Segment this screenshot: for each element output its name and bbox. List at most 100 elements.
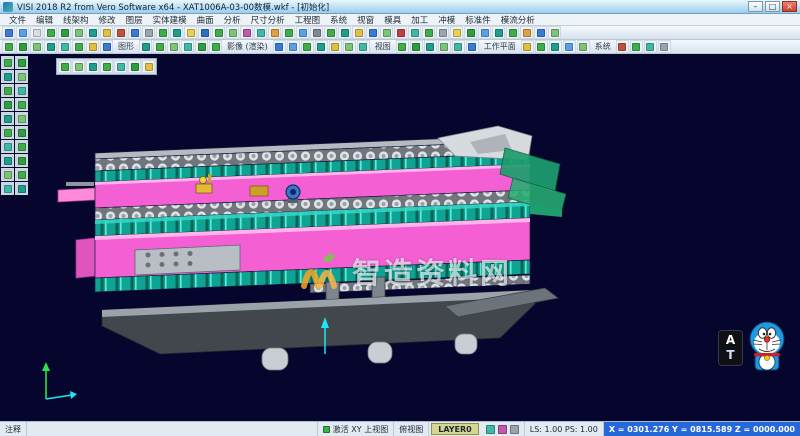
palette-icon[interactable] (15, 84, 28, 97)
minimize-button[interactable]: – (748, 1, 763, 12)
menu-item[interactable]: 编辑 (31, 14, 58, 26)
maximize-button[interactable]: □ (765, 1, 780, 12)
tool-icon[interactable] (343, 40, 356, 53)
palette-icon[interactable] (15, 182, 28, 195)
snap-toggle-icon[interactable] (486, 425, 495, 434)
close-button[interactable]: × (782, 1, 797, 12)
tool-icon[interactable] (58, 40, 71, 53)
tool-icon[interactable] (301, 40, 314, 53)
tool-icon[interactable] (86, 26, 99, 39)
tool-icon[interactable] (2, 26, 15, 39)
palette-icon[interactable] (15, 154, 28, 167)
tool-icon[interactable] (100, 26, 113, 39)
snap-icon[interactable] (114, 60, 127, 73)
palette-icon[interactable] (15, 112, 28, 125)
tool-icon[interactable] (520, 26, 533, 39)
menu-item[interactable]: 实体建模 (148, 14, 192, 26)
palette-icon[interactable] (1, 154, 14, 167)
tool-icon[interactable] (315, 40, 328, 53)
menu-item[interactable]: 模流分析 (496, 14, 540, 26)
die-assembly-model[interactable] (0, 54, 800, 421)
palette-icon[interactable] (15, 98, 28, 111)
tool-icon[interactable] (156, 26, 169, 39)
tool-icon[interactable] (30, 26, 43, 39)
active-plane-indicator[interactable]: 激活 XY 上视图 (318, 422, 394, 436)
palette-icon[interactable] (1, 70, 14, 83)
tool-icon[interactable] (577, 40, 590, 53)
tool-icon[interactable] (394, 26, 407, 39)
tool-icon[interactable] (167, 40, 180, 53)
3d-viewport[interactable]: 智造资料网 A T (0, 54, 800, 421)
menu-item[interactable]: 尺寸分析 (246, 14, 290, 26)
palette-icon[interactable] (15, 126, 28, 139)
tool-icon[interactable] (2, 40, 15, 53)
tool-icon[interactable] (466, 40, 479, 53)
snap-icon[interactable] (58, 60, 71, 73)
menu-item[interactable]: 曲面 (192, 14, 219, 26)
tool-icon[interactable] (142, 26, 155, 39)
tool-icon[interactable] (549, 40, 562, 53)
snap-icon[interactable] (100, 60, 113, 73)
tool-icon[interactable] (273, 40, 286, 53)
tool-icon[interactable] (16, 26, 29, 39)
tool-icon[interactable] (324, 26, 337, 39)
view-name-indicator[interactable]: 俯视图 (394, 422, 429, 436)
tool-icon[interactable] (58, 26, 71, 39)
snap-icon[interactable] (142, 60, 155, 73)
tool-icon[interactable] (616, 40, 629, 53)
tool-icon[interactable] (72, 40, 85, 53)
tool-icon[interactable] (254, 26, 267, 39)
tool-icon[interactable] (240, 26, 253, 39)
tool-icon[interactable] (521, 40, 534, 53)
tool-icon[interactable] (396, 40, 409, 53)
tool-icon[interactable] (644, 40, 657, 53)
ortho-toggle-icon[interactable] (498, 425, 507, 434)
tool-icon[interactable] (44, 26, 57, 39)
menu-item[interactable]: 文件 (4, 14, 31, 26)
menu-item[interactable]: 标准件 (460, 14, 496, 26)
tool-icon[interactable] (352, 26, 365, 39)
tool-icon[interactable] (16, 40, 29, 53)
tool-icon[interactable] (410, 40, 423, 53)
tool-icon[interactable] (506, 26, 519, 39)
palette-icon[interactable] (15, 168, 28, 181)
tool-icon[interactable] (658, 40, 671, 53)
grid-toggle-icon[interactable] (510, 425, 519, 434)
palette-icon[interactable] (1, 140, 14, 153)
tool-icon[interactable] (170, 26, 183, 39)
tool-icon[interactable] (436, 26, 449, 39)
tool-icon[interactable] (209, 40, 222, 53)
menu-item[interactable]: 工程图 (290, 14, 326, 26)
tool-icon[interactable] (492, 26, 505, 39)
palette-icon[interactable] (1, 98, 14, 111)
tool-icon[interactable] (30, 40, 43, 53)
palette-icon[interactable] (15, 140, 28, 153)
tool-icon[interactable] (198, 26, 211, 39)
palette-icon[interactable] (1, 168, 14, 181)
tool-icon[interactable] (226, 26, 239, 39)
menu-item[interactable]: 修改 (94, 14, 121, 26)
tool-icon[interactable] (282, 26, 295, 39)
tool-icon[interactable] (44, 40, 57, 53)
menu-item[interactable]: 加工 (406, 14, 433, 26)
tool-icon[interactable] (100, 40, 113, 53)
tool-icon[interactable] (128, 26, 141, 39)
palette-icon[interactable] (1, 56, 14, 69)
tool-icon[interactable] (139, 40, 152, 53)
tool-icon[interactable] (153, 40, 166, 53)
tool-icon[interactable] (114, 26, 127, 39)
tool-icon[interactable] (464, 26, 477, 39)
tool-icon[interactable] (357, 40, 370, 53)
tool-icon[interactable] (72, 26, 85, 39)
tool-icon[interactable] (438, 40, 451, 53)
palette-icon[interactable] (1, 182, 14, 195)
palette-icon[interactable] (15, 56, 28, 69)
tool-icon[interactable] (422, 26, 435, 39)
tool-icon[interactable] (450, 26, 463, 39)
menu-item[interactable]: 系统 (325, 14, 352, 26)
menu-item[interactable]: 模具 (379, 14, 406, 26)
tool-icon[interactable] (181, 40, 194, 53)
tool-icon[interactable] (563, 40, 576, 53)
snap-icon[interactable] (72, 60, 85, 73)
snap-icon[interactable] (86, 60, 99, 73)
